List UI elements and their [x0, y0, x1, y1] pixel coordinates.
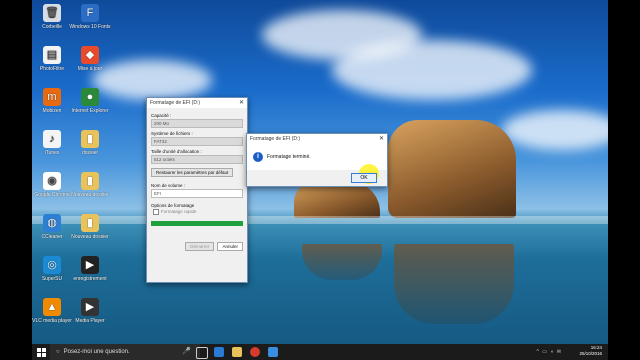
cortana-search-box[interactable]: ○ Posez-moi une question. — [50, 344, 200, 360]
internet-icon: ● — [81, 88, 99, 106]
desktop-icon[interactable]: ▮ dossier — [68, 130, 112, 156]
filesystem-select[interactable]: FAT32 — [151, 137, 243, 146]
desktop-icon-label: Nouveau dossier — [71, 234, 109, 240]
clock[interactable]: 16:24 25/10/2016 — [579, 345, 602, 357]
desktop-icon[interactable]: ▶ Media Player — [68, 298, 112, 324]
desktop-icon-label: dossier — [81, 150, 99, 156]
desktop-icon[interactable]: ▮ Nouveau dossier — [68, 172, 112, 198]
desktop-icon-label: Nouveau dossier — [71, 192, 109, 198]
store-icon[interactable] — [268, 347, 278, 357]
document-icon: ▤ — [43, 46, 61, 64]
format-dialog: Formatage de EFI (D:) ✕ Capacité : 200 M… — [146, 97, 248, 283]
desktop-icon[interactable]: ▶ enregistrement — [68, 256, 112, 282]
folder-icon: ▮ — [81, 130, 99, 148]
clock-date: 25/10/2016 — [579, 351, 602, 356]
desktop-icon-label: Windows 10 Fonts — [69, 24, 111, 30]
format-complete-dialog: Formatage de EFI (D:) ✕ i Formatage term… — [246, 133, 388, 187]
cloud — [502, 110, 608, 150]
fonts-icon: F — [81, 4, 99, 22]
cancel-button[interactable]: Annuler — [217, 242, 243, 251]
cloud — [332, 40, 532, 100]
rock-reflection — [302, 244, 382, 280]
start-button[interactable] — [32, 344, 50, 360]
message-text: Formatage terminé. — [267, 154, 311, 160]
desktop-icon-label: enregistrement — [73, 276, 107, 282]
itunes-icon: ♪ — [43, 130, 61, 148]
quick-format-label: Formatage rapide — [161, 209, 197, 215]
desktop-icon[interactable]: F Windows 10 Fonts — [68, 4, 112, 30]
edge-icon[interactable] — [214, 347, 224, 357]
vlc-icon: ▲ — [43, 298, 61, 316]
start-button[interactable]: Démarrer — [185, 242, 215, 251]
app-icon: ◆ — [81, 46, 99, 64]
volume-label: Nom de volume : — [151, 183, 186, 188]
system-tray-icons[interactable]: ^ ▭ ◖ ✉ — [537, 349, 562, 355]
folder-icon: ▮ — [81, 172, 99, 190]
chrome-icon: ◉ — [43, 172, 61, 190]
capacity-label: Capacité : — [151, 113, 172, 118]
quick-format-checkbox[interactable] — [153, 209, 159, 215]
desktop-icon[interactable]: ● Internet Explorer — [68, 88, 112, 114]
format-options-label: Options de formatage — [151, 203, 195, 208]
taskbar: ○ Posez-moi une question. 🎤 ^ ▭ ◖ ✉ 16:24… — [32, 344, 608, 360]
volume-name-input[interactable]: EFI — [151, 189, 243, 198]
windows-icon — [36, 347, 46, 357]
capacity-select[interactable]: 200 Mo — [151, 119, 243, 128]
mobizen-icon: m — [43, 88, 61, 106]
rock-left — [294, 182, 380, 218]
info-icon: i — [253, 152, 263, 162]
ccleaner-icon: ◍ — [43, 214, 61, 232]
search-placeholder: Posez-moi une question. — [63, 349, 130, 355]
app-icon: ◎ — [43, 256, 61, 274]
close-icon[interactable]: ✕ — [379, 134, 384, 144]
allocation-select[interactable]: 512 octets — [151, 155, 243, 164]
folder-icon: ▮ — [81, 214, 99, 232]
restore-defaults-button[interactable]: Restaurer les paramètres par défaut — [151, 168, 234, 177]
search-icon: ○ — [56, 349, 60, 355]
desktop-icon[interactable]: ◆ Mise à jour — [68, 46, 112, 72]
file-explorer-icon[interactable] — [232, 347, 242, 357]
allocation-label: Taille d'unité d'allocation : — [151, 149, 202, 154]
microphone-icon[interactable]: 🎤 — [182, 347, 192, 357]
rock-reflection — [394, 244, 514, 324]
close-icon[interactable]: ✕ — [239, 98, 244, 108]
format-dialog-title: Formatage de EFI (D:) — [150, 100, 201, 106]
format-dialog-titlebar[interactable]: Formatage de EFI (D:) ✕ — [147, 98, 247, 108]
desktop-icon-label: Internet Explorer — [71, 108, 109, 114]
task-view-icon[interactable] — [196, 347, 208, 359]
desktop-icon-label: Mise à jour — [77, 66, 103, 72]
horizon — [32, 216, 608, 224]
format-progress-bar — [151, 221, 243, 226]
filesystem-label: Système de fichiers : — [151, 131, 193, 136]
rock-arch — [388, 120, 516, 218]
desktop-icon-label: Media Player — [75, 318, 105, 324]
message-titlebar[interactable]: Formatage de EFI (D:) ✕ — [247, 134, 387, 144]
ok-button[interactable]: OK — [351, 173, 377, 183]
chrome-icon[interactable] — [250, 347, 260, 357]
video-icon: ▶ — [81, 256, 99, 274]
video-icon: ▶ — [81, 298, 99, 316]
recycle-bin-icon: 🗑 — [43, 4, 61, 22]
message-title: Formatage de EFI (D:) — [250, 136, 301, 142]
desktop-icon[interactable]: ▮ Nouveau dossier — [68, 214, 112, 240]
